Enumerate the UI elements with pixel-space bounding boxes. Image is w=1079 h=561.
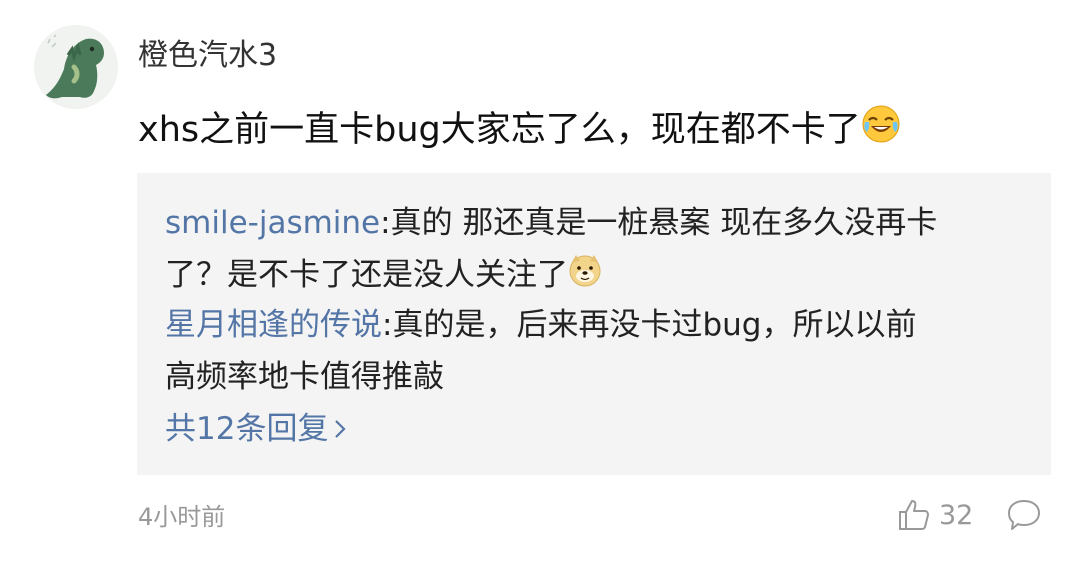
reply-separator: : xyxy=(380,205,391,241)
comment-timestamp: 4小时前 xyxy=(138,503,226,531)
like-button[interactable]: 32 xyxy=(897,498,973,532)
reply-preview-box[interactable]: smile-jasmine:真的 那还真是一桩悬案 现在多久没再卡 了？是不卡了… xyxy=(137,173,1051,475)
reply-text-continued: 高频率地卡值得推敲 xyxy=(165,359,444,395)
laughing-tears-emoji-icon xyxy=(861,104,901,158)
reply-button[interactable] xyxy=(1006,498,1042,536)
reply-item[interactable]: smile-jasmine:真的 那还真是一桩悬案 现在多久没再卡 了？是不卡了… xyxy=(165,197,1015,303)
reply-text: 真的是，后来再没卡过bug，所以以前 xyxy=(392,307,917,343)
avatar[interactable] xyxy=(34,25,118,109)
comment-text-row: xhs之前一直卡bug大家忘了么，现在都不卡了 xyxy=(138,104,901,158)
reply-text: 真的 那还真是一桩悬案 现在多久没再卡 xyxy=(390,205,938,241)
reply-author[interactable]: smile-jasmine xyxy=(165,205,380,241)
dinosaur-avatar-icon xyxy=(34,25,118,109)
reply-item[interactable]: 星月相逢的传说:真的是，后来再没卡过bug，所以以前 高频率地卡值得推敲 xyxy=(165,299,1015,403)
chevron-right-icon xyxy=(335,420,347,438)
reply-text-continued: 了？是不卡了还是没人关注了 xyxy=(165,257,568,293)
reply-separator: : xyxy=(382,307,393,343)
comment-text: xhs之前一直卡bug大家忘了么，现在都不卡了 xyxy=(138,110,861,150)
comment-bubble-icon xyxy=(1008,500,1040,530)
reply-author[interactable]: 星月相逢的传说 xyxy=(165,307,382,343)
doge-emoji-icon xyxy=(568,251,602,303)
comment-author[interactable]: 橙色汽水3 xyxy=(138,36,277,76)
thumbs-up-icon xyxy=(899,500,929,530)
more-replies-label: 共12条回复 xyxy=(165,411,329,447)
view-more-replies-link[interactable]: 共12条回复 xyxy=(165,403,348,455)
like-count: 32 xyxy=(939,499,974,531)
